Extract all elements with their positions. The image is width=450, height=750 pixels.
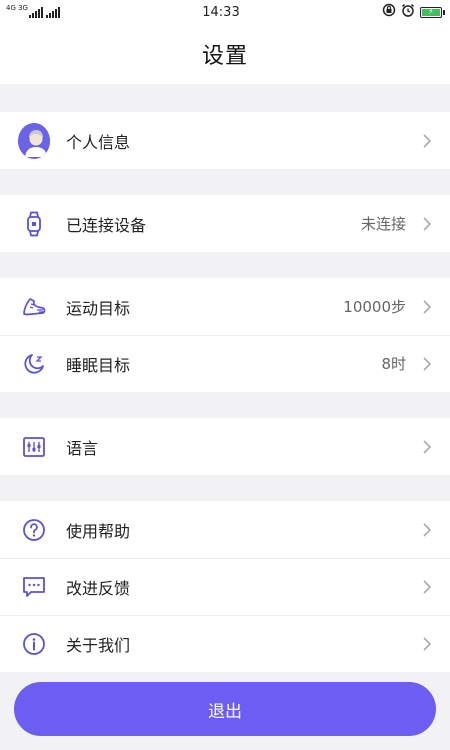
logout-area: 退出: [0, 680, 450, 750]
settings-item-sleep-goal-label: 睡眠目标: [66, 355, 131, 375]
settings-item-profile[interactable]: 个人信息: [0, 112, 450, 169]
settings-item-sleep-goal[interactable]: 睡眠目标 8时: [0, 335, 450, 392]
rotation-lock-icon: [382, 3, 396, 21]
sleep-goal-value: 8时: [381, 355, 406, 373]
chevron-right-icon: [422, 299, 432, 315]
support-group: 使用帮助 改进反馈 关于我们: [0, 501, 450, 672]
settings-item-about-label: 关于我们: [66, 635, 131, 655]
battery-icon: ⚡: [419, 6, 445, 18]
device-group: 已连接设备 未连接: [0, 195, 450, 252]
signal-strength-2-icon: [45, 6, 60, 18]
status-bar: 4G 3G 14:33 ⚡: [0, 0, 450, 24]
avatar-icon: [18, 122, 50, 159]
settings-item-language-label: 语言: [66, 438, 99, 458]
settings-item-language[interactable]: 语言: [0, 418, 450, 475]
goals-group: 运动目标 10000步 睡眠目标 8时: [0, 278, 450, 392]
info-icon: [18, 628, 50, 660]
watch-icon: [18, 208, 50, 240]
message-icon: [18, 571, 50, 603]
chevron-right-icon: [422, 579, 432, 595]
avatar: [18, 122, 50, 159]
device-status-value: 未连接: [360, 215, 406, 233]
settings-item-sport-goal-label: 运动目标: [66, 298, 131, 318]
signal-area: 4G 3G: [6, 3, 60, 18]
status-icons: ⚡: [382, 3, 445, 21]
sneaker-icon: [18, 291, 50, 323]
settings-item-feedback[interactable]: 改进反馈: [0, 558, 450, 615]
chevron-right-icon: [422, 439, 432, 455]
chevron-right-icon: [422, 133, 432, 149]
moon-icon: [18, 348, 50, 380]
language-group: 语言: [0, 418, 450, 475]
logout-button[interactable]: 退出: [14, 682, 436, 736]
page-header: 设置: [0, 24, 450, 84]
alarm-icon: [401, 3, 415, 21]
settings-item-help-label: 使用帮助: [66, 521, 131, 541]
settings-item-help[interactable]: 使用帮助: [0, 501, 450, 558]
profile-group: 个人信息: [0, 112, 450, 169]
network-type-label: 4G 3G: [6, 3, 28, 12]
settings-item-about[interactable]: 关于我们: [0, 615, 450, 672]
signal-strength-icon: [28, 6, 43, 18]
chevron-right-icon: [422, 636, 432, 652]
language-icon: [18, 431, 50, 463]
settings-item-profile-label: 个人信息: [66, 132, 131, 152]
page-title: 设置: [201, 44, 248, 69]
sport-goal-value: 10000步: [343, 298, 406, 316]
settings-item-feedback-label: 改进反馈: [66, 578, 131, 598]
settings-item-device[interactable]: 已连接设备 未连接: [0, 195, 450, 252]
chevron-right-icon: [422, 216, 432, 232]
chevron-right-icon: [422, 356, 432, 372]
status-time: 14:33: [202, 4, 240, 20]
chevron-right-icon: [422, 522, 432, 538]
settings-item-sport-goal[interactable]: 运动目标 10000步: [0, 278, 450, 335]
settings-item-device-label: 已连接设备: [66, 215, 147, 235]
question-icon: [18, 514, 50, 546]
